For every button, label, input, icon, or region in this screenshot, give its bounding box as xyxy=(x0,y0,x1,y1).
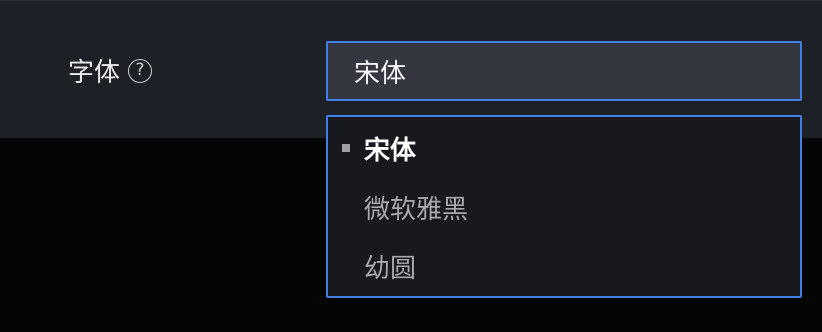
font-select[interactable]: 宋体 xyxy=(326,41,802,101)
font-option-microsoft-yahei[interactable]: 微软雅黑 xyxy=(328,178,800,236)
font-field-label: 字体 xyxy=(68,57,121,88)
font-select-value: 宋体 xyxy=(354,58,407,89)
font-option-songti[interactable]: 宋体 xyxy=(328,119,800,177)
square-bullet-icon xyxy=(342,144,350,152)
font-option-label: 宋体 xyxy=(364,135,417,166)
font-option-label: 微软雅黑 xyxy=(364,194,469,225)
font-dropdown-menu: 宋体 微软雅黑 幼圆 xyxy=(326,115,802,298)
font-field-label-group: 字体 ? xyxy=(68,51,153,89)
question-circle-icon[interactable]: ? xyxy=(128,58,153,83)
font-option-youyuan[interactable]: 幼圆 xyxy=(328,237,800,295)
font-option-label: 幼圆 xyxy=(364,253,417,284)
